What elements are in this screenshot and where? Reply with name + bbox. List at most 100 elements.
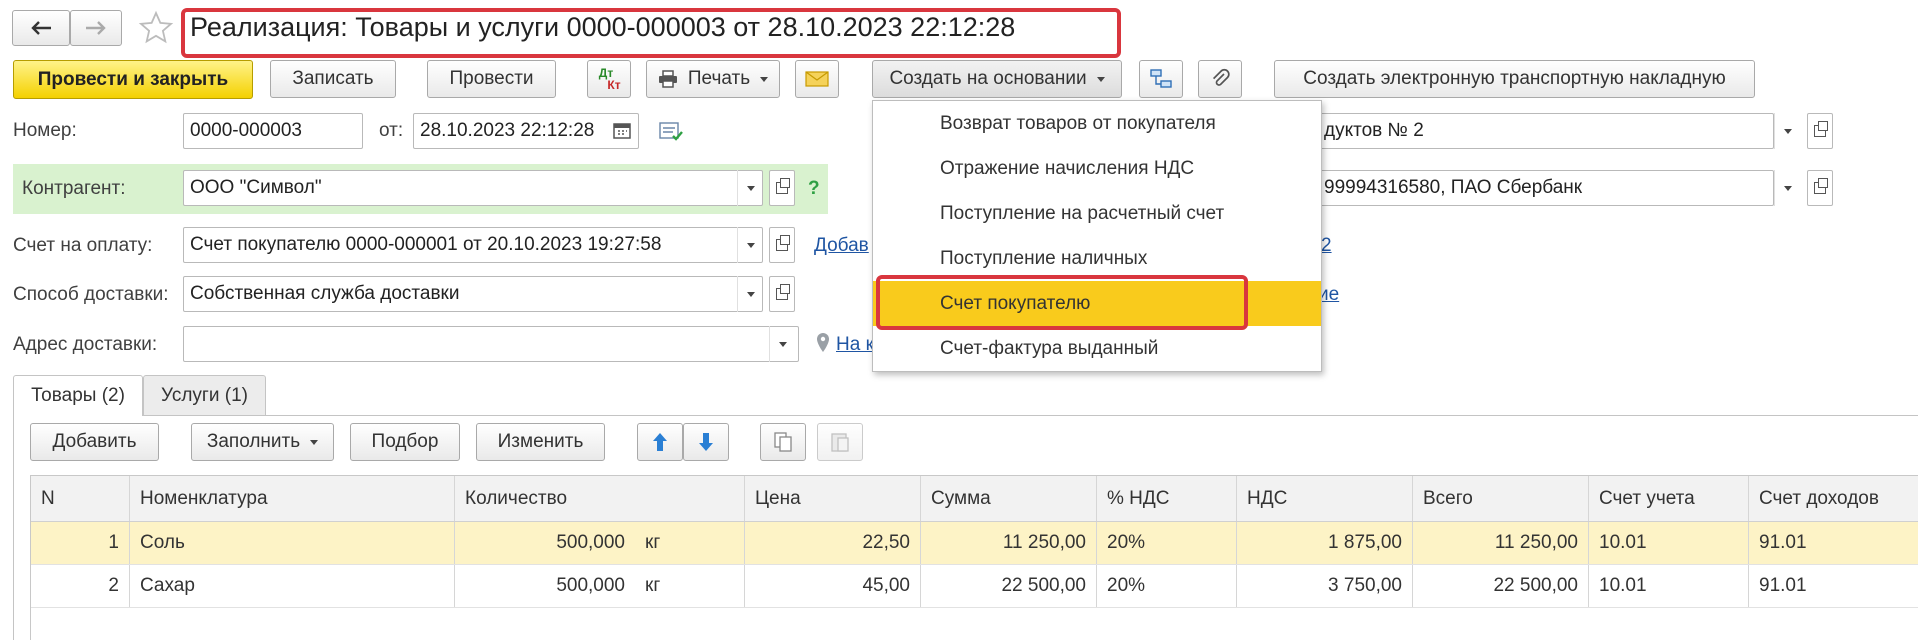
envelope-icon: [805, 71, 829, 87]
save-button[interactable]: Записать: [270, 60, 396, 98]
email-button[interactable]: [795, 60, 839, 98]
col-price[interactable]: Цена: [745, 476, 921, 521]
favorite-star-icon[interactable]: [138, 10, 176, 48]
post-button[interactable]: Провести: [427, 60, 556, 98]
cell-income: 91.01: [1759, 532, 1807, 553]
hierarchy-icon: [1150, 69, 1172, 88]
add-link[interactable]: Добав: [814, 235, 869, 257]
chevron-down-icon: [746, 242, 755, 248]
col-vat-rate[interactable]: % НДС: [1097, 476, 1237, 521]
cell-nomenclature: Соль: [130, 522, 455, 564]
contractor-label: Контрагент:: [22, 178, 126, 199]
cell-sum: 11 250,00: [921, 522, 1097, 564]
date-field[interactable]: 28.10.2023 22:12:28: [413, 113, 639, 149]
address-field[interactable]: [183, 326, 799, 362]
cell-price: 22,50: [745, 522, 921, 564]
chevron-down-icon: [1783, 128, 1792, 134]
attachment-button[interactable]: [1198, 60, 1242, 98]
document-check-icon[interactable]: [658, 120, 686, 146]
menu-item-return-goods[interactable]: Возврат товаров от покупателя: [873, 101, 1321, 146]
col-income[interactable]: Счет доходов: [1749, 476, 1918, 521]
invoice-field[interactable]: Счет покупателю 0000-000001 от 20.10.202…: [183, 227, 763, 263]
col-nomenclature[interactable]: Номенклатура: [130, 476, 455, 521]
cell-account: 10.01: [1589, 565, 1749, 607]
delivery-dropdown[interactable]: [737, 276, 763, 312]
structure-button[interactable]: [1139, 60, 1183, 98]
paste-icon: [831, 433, 849, 452]
cell-unit: кг: [635, 522, 745, 564]
dt-kt-button[interactable]: Дт Кт: [587, 60, 631, 98]
create-transport-invoice-button[interactable]: Создать электронную транспортную накладн…: [1274, 60, 1755, 98]
menu-item-issued-invoice[interactable]: Счет-фактура выданный: [873, 326, 1321, 371]
fill-button[interactable]: Заполнить: [191, 423, 334, 461]
right-link-number[interactable]: 2: [1321, 235, 1332, 257]
chevron-down-icon: [760, 76, 769, 82]
move-up-button[interactable]: [637, 423, 683, 461]
cell-total: 11 250,00: [1413, 522, 1589, 564]
bank-account-open-button[interactable]: [1807, 170, 1833, 206]
delivery-open-button[interactable]: [769, 276, 795, 312]
menu-item-vat-accrual[interactable]: Отражение начисления НДС: [873, 146, 1321, 191]
post-and-close-button[interactable]: Провести и закрыть: [13, 60, 253, 99]
date-label: от:: [379, 120, 404, 141]
create-based-button[interactable]: Создать на основании: [872, 60, 1122, 98]
col-vat[interactable]: НДС: [1237, 476, 1413, 521]
cell-quantity: 500,000: [556, 575, 625, 596]
help-link[interactable]: ?: [808, 178, 820, 200]
add-row-button[interactable]: Добавить: [30, 423, 159, 461]
contractor-dropdown[interactable]: [737, 170, 763, 206]
open-window-icon: [776, 178, 790, 194]
delivery-field[interactable]: Собственная служба доставки: [183, 276, 763, 312]
table-row[interactable]: 2 Сахар 500,000 кг 45,00 22 500,00 20% 3…: [31, 565, 1918, 608]
bank-account-field[interactable]: 99994316580, ПАО Сбербанк: [1318, 170, 1774, 206]
arrow-down-icon: [699, 433, 713, 451]
address-label: Адрес доставки:: [13, 334, 158, 355]
menu-item-bank-receipt[interactable]: Поступление на расчетный счет: [873, 191, 1321, 236]
col-total[interactable]: Всего: [1413, 476, 1589, 521]
change-button[interactable]: Изменить: [476, 423, 605, 461]
bank-account-dropdown[interactable]: [1774, 170, 1800, 206]
cell-nomenclature: Сахар: [130, 565, 455, 607]
paperclip-icon: [1212, 68, 1230, 86]
map-link[interactable]: На к: [836, 334, 874, 356]
col-n[interactable]: N: [31, 476, 130, 521]
table-row[interactable]: 1 Соль 500,000 кг 22,50 11 250,00 20% 1 …: [31, 522, 1918, 565]
calendar-icon[interactable]: [612, 120, 634, 142]
cell-vat: 1 875,00: [1237, 522, 1413, 564]
map-pin-icon: [815, 332, 831, 354]
col-sum[interactable]: Сумма: [921, 476, 1097, 521]
title-highlight-box: [181, 8, 1121, 58]
warehouse-open-button[interactable]: [1807, 113, 1833, 149]
create-based-menu: Возврат товаров от покупателя Отражение …: [872, 100, 1322, 372]
tab-services[interactable]: Услуги (1): [143, 375, 266, 415]
address-dropdown[interactable]: [769, 326, 795, 362]
print-label: Печать: [687, 68, 751, 89]
move-down-button[interactable]: [683, 423, 729, 461]
open-window-icon: [1814, 121, 1828, 137]
pick-button[interactable]: Подбор: [350, 423, 460, 461]
invoice-open-button[interactable]: [769, 227, 795, 263]
cell-sum: 22 500,00: [921, 565, 1097, 607]
warehouse-dropdown[interactable]: [1774, 113, 1800, 149]
chevron-down-icon: [778, 341, 787, 347]
invoice-dropdown[interactable]: [737, 227, 763, 263]
cell-account: 10.01: [1589, 522, 1749, 564]
number-field[interactable]: 0000-000003: [183, 113, 363, 149]
copy-row-button[interactable]: [760, 423, 806, 461]
forward-button[interactable]: [70, 10, 122, 46]
kt-label: Кт: [607, 78, 621, 92]
arrow-right-icon: [86, 21, 106, 35]
contractor-field[interactable]: ООО "Символ": [183, 170, 763, 206]
create-based-label: Создать на основании: [889, 68, 1087, 89]
number-label: Номер:: [13, 120, 77, 141]
col-quantity[interactable]: Количество: [455, 476, 745, 521]
print-button[interactable]: Печать: [646, 60, 780, 98]
tab-goods[interactable]: Товары (2): [13, 375, 143, 416]
delivery-label: Способ доставки:: [13, 284, 169, 305]
contractor-open-button[interactable]: [769, 170, 795, 206]
cell-total: 22 500,00: [1413, 565, 1589, 607]
paste-row-button[interactable]: [817, 423, 863, 461]
warehouse-field[interactable]: дуктов № 2: [1318, 113, 1774, 149]
col-account[interactable]: Счет учета: [1589, 476, 1749, 521]
back-button[interactable]: [12, 10, 70, 46]
